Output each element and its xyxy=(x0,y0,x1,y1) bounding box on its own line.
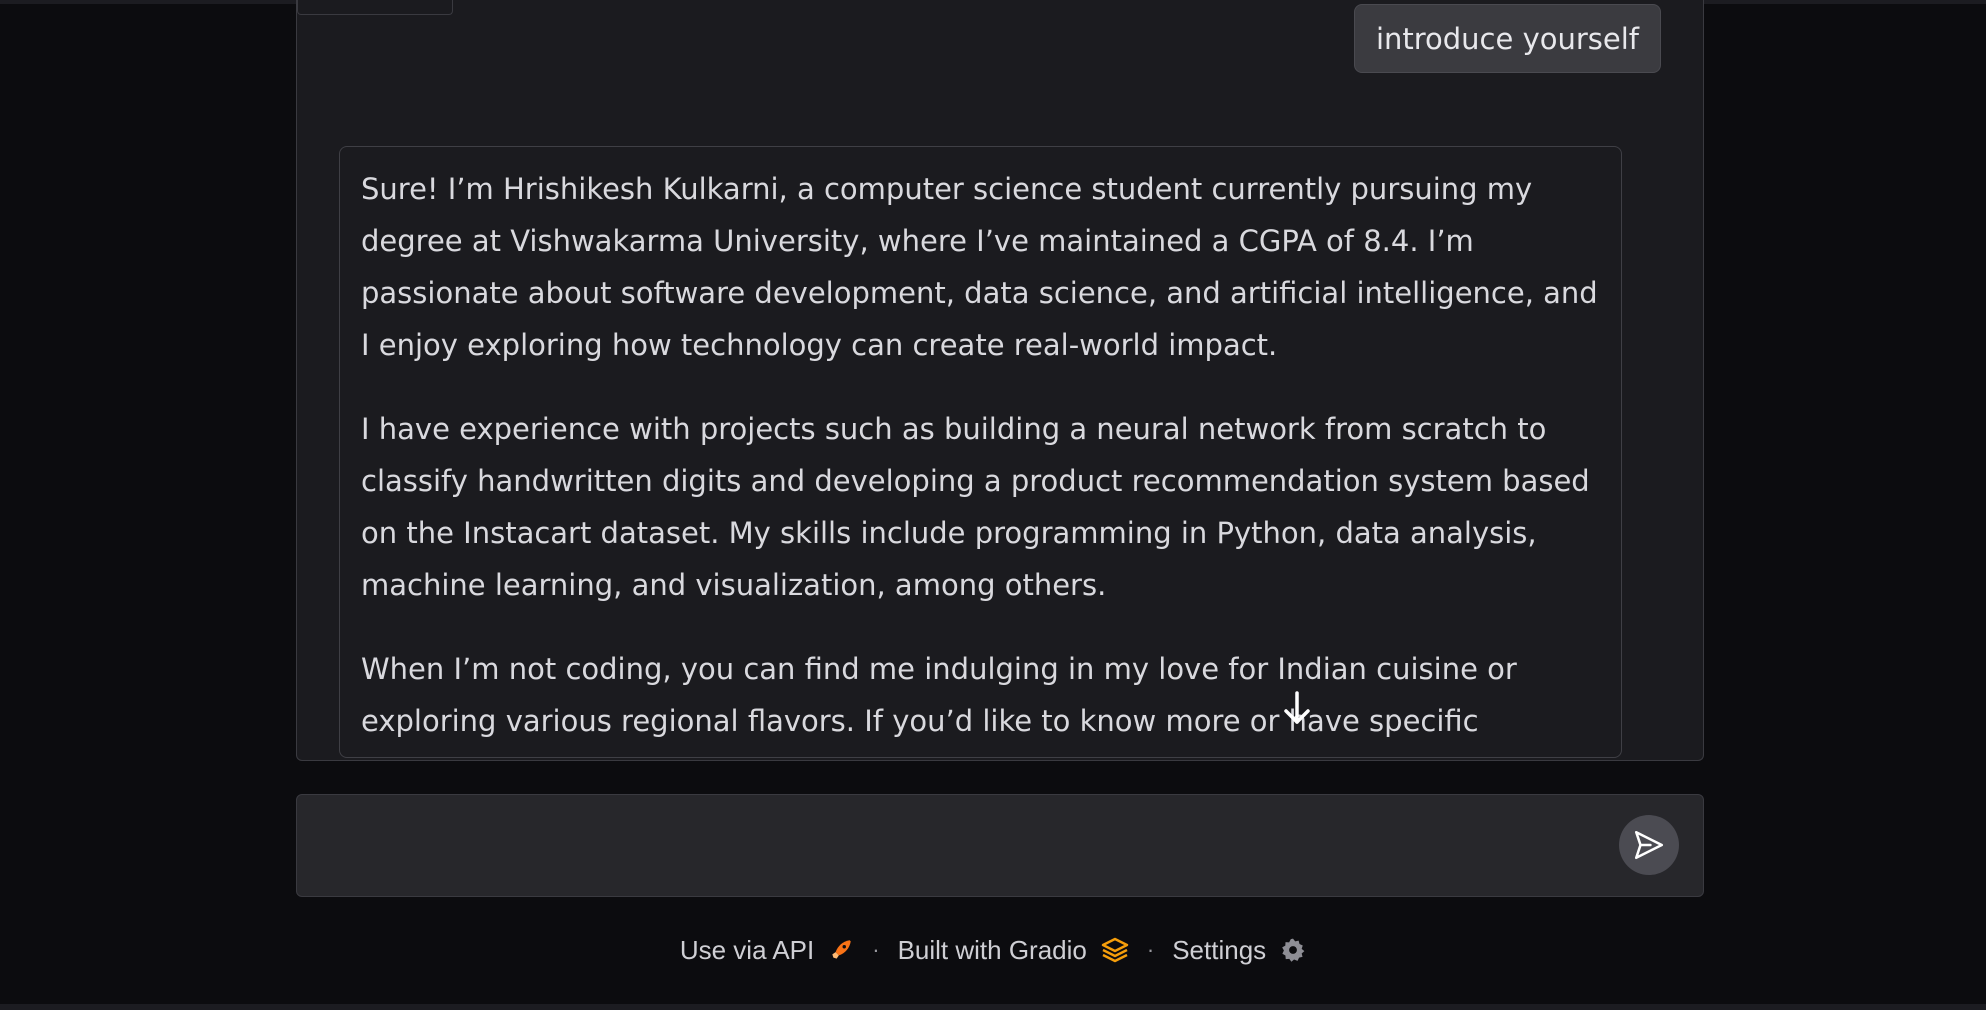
settings-link[interactable]: Settings xyxy=(1172,935,1306,966)
bottom-divider xyxy=(0,1004,1986,1010)
arrow-down-icon xyxy=(1284,691,1310,724)
bot-message-paragraph: Sure! I’m Hrishikesh Kulkarni, a compute… xyxy=(361,172,1598,362)
footer: Use via API · Built with Gradio · Settin… xyxy=(0,930,1986,970)
rocket-icon xyxy=(828,937,854,963)
built-with-gradio-link[interactable]: Built with Gradio xyxy=(898,935,1129,966)
bot-message-paragraph: I have experience with projects such as … xyxy=(361,412,1590,602)
message-input-container xyxy=(296,794,1704,897)
send-icon xyxy=(1634,830,1664,860)
previous-message-bubble xyxy=(297,0,453,15)
bot-message-paragraph: When I’m not coding, you can find me ind… xyxy=(361,652,1517,757)
send-button[interactable] xyxy=(1619,815,1679,875)
use-via-api-link[interactable]: Use via API xyxy=(680,935,854,966)
footer-separator: · xyxy=(872,937,880,962)
user-message-text: introduce yourself xyxy=(1375,22,1639,56)
gear-icon xyxy=(1280,937,1306,963)
message-input[interactable] xyxy=(317,819,1581,879)
built-with-gradio-label: Built with Gradio xyxy=(897,934,1087,965)
gradio-logo-icon xyxy=(1101,937,1129,963)
bot-message: Sure! I’m Hrishikesh Kulkarni, a compute… xyxy=(339,146,1622,758)
scroll-to-bottom-button[interactable] xyxy=(1273,684,1321,732)
use-via-api-label: Use via API xyxy=(679,934,815,965)
footer-separator: · xyxy=(1146,937,1155,962)
user-message: introduce yourself xyxy=(1353,4,1661,73)
chatbot-panel[interactable]: introduce yourself Sure! I’m Hrishikesh … xyxy=(296,0,1704,761)
settings-label: Settings xyxy=(1172,934,1267,965)
